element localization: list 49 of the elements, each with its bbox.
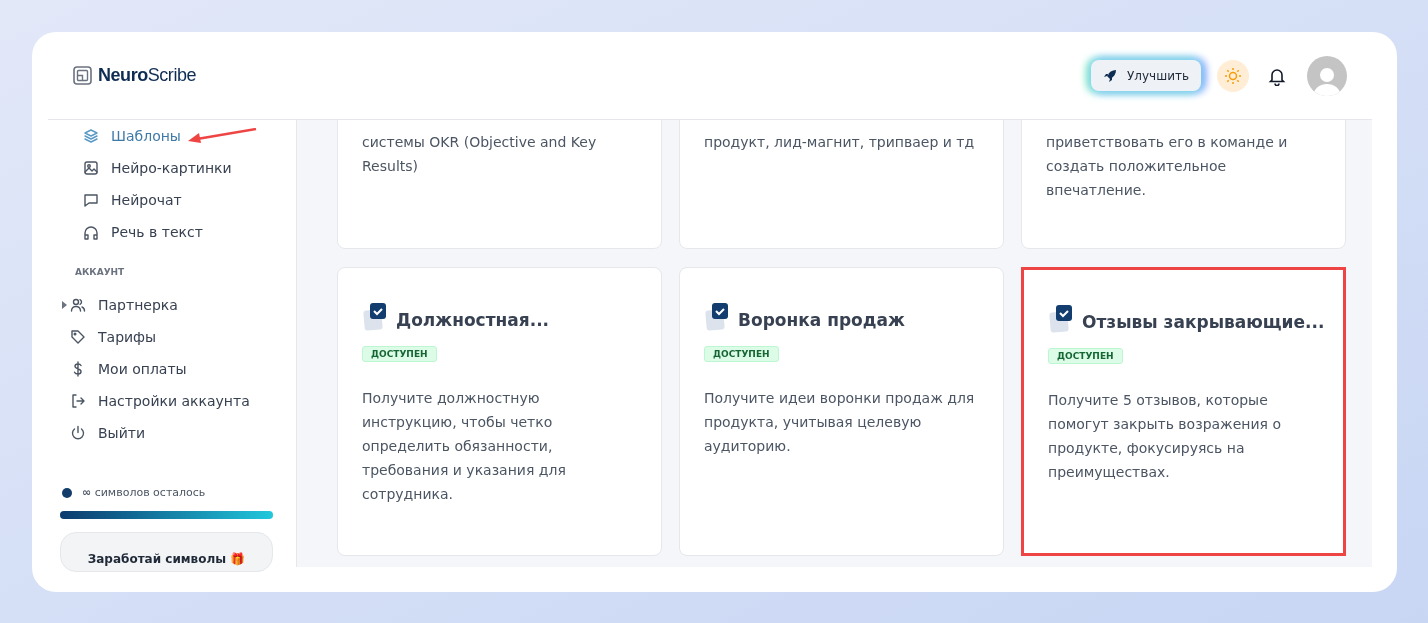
users-icon xyxy=(70,297,86,313)
symbols-remaining: ∞ символов осталось xyxy=(82,485,206,501)
headphones-icon xyxy=(83,224,99,240)
card-description: Получите 5 отзывов, которые помогут закрыть возражения о продукте, фокусируясь на преимуществах. xyxy=(1048,390,1282,482)
earn-symbols-button[interactable]: Заработай символы 🎁 xyxy=(60,531,273,572)
checkbox-card-icon xyxy=(362,301,388,332)
caret-icon xyxy=(62,301,67,309)
sidebar-item[interactable]: Шаблоны xyxy=(83,120,181,152)
exit-icon xyxy=(70,393,86,409)
sidebar-item[interactable]: Партнерка xyxy=(70,289,273,321)
template-card[interactable]: системы OKR (Objective and Key Results) xyxy=(337,120,662,249)
card-description: Получите должностную инструкцию, чтобы четко определить обязанности, требования и указания для сотрудника. xyxy=(362,388,567,504)
upgrade-button[interactable]: Улучшить xyxy=(1091,60,1201,91)
template-card[interactable]: приветствовать его в команде и создать положительное впечатление. xyxy=(1021,120,1346,249)
sun-icon xyxy=(1224,66,1242,85)
card-title: Воронка продаж xyxy=(738,309,905,332)
user-avatar[interactable] xyxy=(1307,55,1347,96)
card-title: Должностная... xyxy=(396,309,550,332)
checkbox-card-icon xyxy=(1048,303,1074,334)
availability-badge: ДОСТУПЕН xyxy=(362,345,437,362)
card-title: Отзывы закрывающие... xyxy=(1082,311,1325,334)
template-card[interactable]: Воронка продаж ДОСТУПЕН Получите идеи воронки продаж для продукта, учитывая целевую аудиторию. xyxy=(679,267,1004,556)
card-description: продукт, лид-магнит, трипваер и тд xyxy=(704,133,976,152)
sidebar-item[interactable]: Выйти xyxy=(70,417,273,449)
availability-badge: ДОСТУПЕН xyxy=(704,345,779,362)
sidebar-item[interactable]: Мои оплаты xyxy=(70,353,273,385)
rocket-icon xyxy=(1103,68,1117,83)
availability-badge: ДОСТУПЕН xyxy=(1048,347,1123,364)
card-description: Получите идеи воронки продаж для продукта, учитывая целевую аудиторию. xyxy=(704,388,976,456)
sidebar-item[interactable]: Настройки аккаунта xyxy=(70,385,273,417)
template-card[interactable]: Отзывы закрывающие... ДОСТУПЕН Получите 5 отзывов, которые помогут закрыть возражения о продукте, фокусируясь на преимуществах. xyxy=(1021,267,1346,556)
card-description: приветствовать его в команде и создать положительное впечатление. xyxy=(1046,133,1289,200)
sidebar-item[interactable]: Нейро-картинки xyxy=(83,152,232,184)
sidebar-item[interactable]: Нейрочат xyxy=(83,184,182,216)
card-description: системы OKR (Objective and Key Results) xyxy=(362,133,598,176)
logo-text[interactable]: NeuroScribe xyxy=(98,62,197,89)
template-card[interactable]: Должностная... ДОСТУПЕН Получите должностную инструкцию, чтобы четко определить обязанности, требования и указания для сотрудника. xyxy=(337,267,662,556)
section-label: АККАУНТ xyxy=(74,266,126,279)
image-icon xyxy=(83,160,99,176)
tag-icon xyxy=(70,329,86,345)
sidebar-item[interactable]: Речь в текст xyxy=(83,216,203,248)
chat-bubble-icon xyxy=(83,192,99,208)
template-card[interactable]: продукт, лид-магнит, трипваер и тд xyxy=(679,120,1004,249)
sidebar-item[interactable]: Тарифы xyxy=(70,321,273,353)
power-icon xyxy=(70,425,86,441)
layers-icon xyxy=(83,128,99,144)
checkbox-card-icon xyxy=(704,301,730,332)
logo-icon xyxy=(73,66,92,85)
theme-toggle-button[interactable] xyxy=(1217,59,1249,92)
